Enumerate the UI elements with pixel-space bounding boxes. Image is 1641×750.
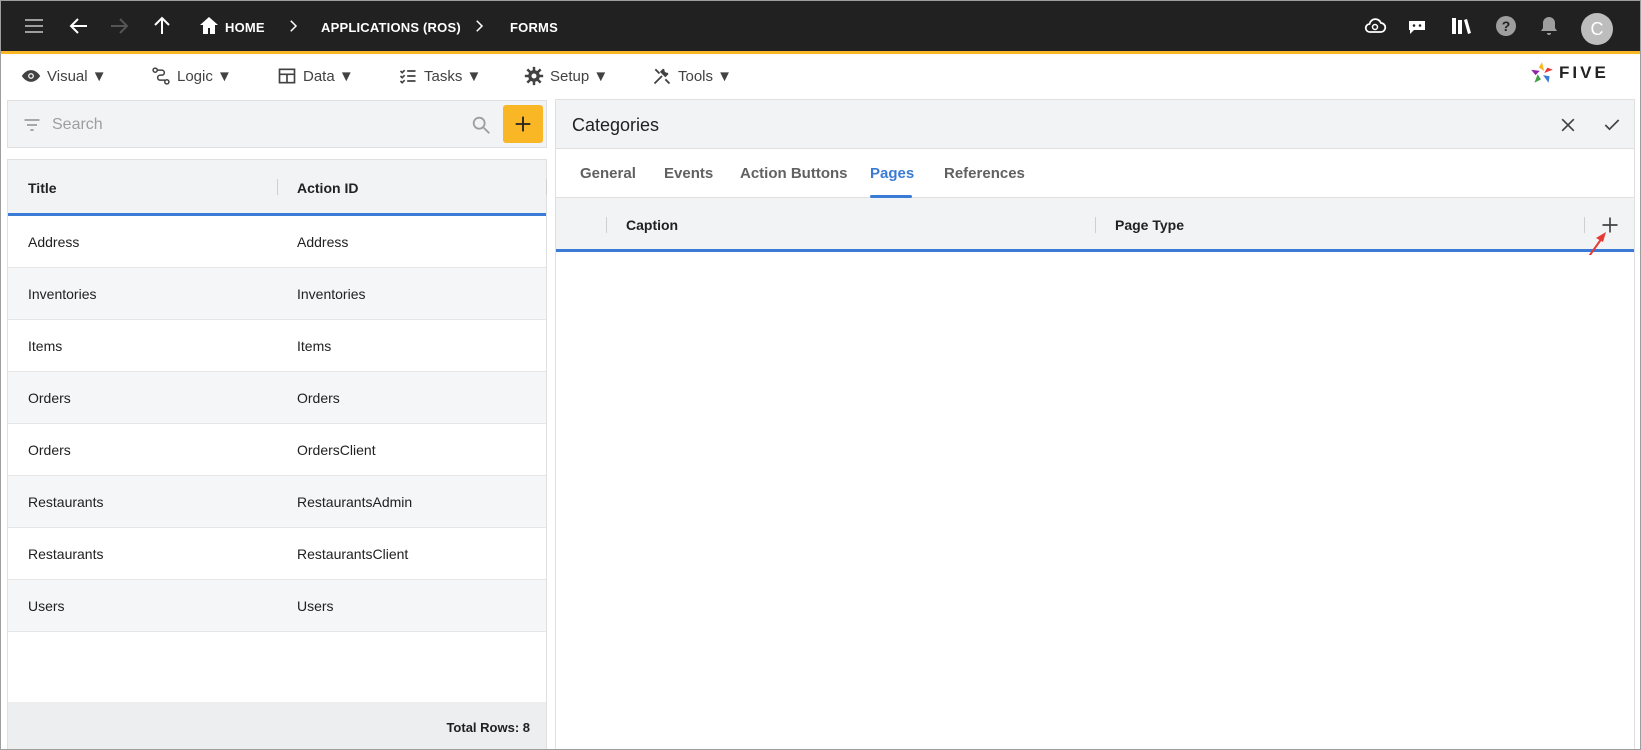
row-title: Restaurants [28,546,104,562]
column-header-action-id[interactable]: Action ID [297,180,358,196]
breadcrumb-home[interactable]: HOME [225,20,265,35]
search-input[interactable] [52,113,432,137]
row-title: Orders [28,442,71,458]
list-row[interactable]: Address Address [8,216,546,268]
list-row[interactable]: Users Users [8,580,546,632]
search-bar [7,100,547,148]
column-divider[interactable] [1095,217,1096,233]
record-list: Title Action ID Address Address Inventor… [7,159,547,749]
top-bar: HOME APPLICATIONS (ROS) FORMS ? C [1,1,1640,54]
notifications-bell-icon[interactable] [1537,14,1561,38]
breadcrumb-applications[interactable]: APPLICATIONS (ROS) [321,20,461,35]
add-record-button[interactable] [503,105,543,143]
row-title: Items [28,338,63,354]
menu-logic[interactable]: Logic ▼ [151,64,232,88]
menu-data[interactable]: Data ▼ [277,64,354,88]
tab-general[interactable]: General [580,165,636,182]
search-icon[interactable] [470,114,492,136]
avatar-initial: C [1590,18,1604,39]
menu-logic-label: Logic ▼ [177,67,232,85]
list-row[interactable]: Restaurants RestaurantsAdmin [8,476,546,528]
column-divider[interactable] [546,179,547,195]
up-arrow-icon[interactable] [150,14,174,38]
row-title: Restaurants [28,494,104,510]
chevron-right-icon [476,20,484,32]
list-row[interactable]: Orders Orders [8,372,546,424]
close-icon[interactable] [1555,112,1581,138]
row-title: Orders [28,390,71,406]
home-icon[interactable] [197,14,221,38]
menu-setup[interactable]: Setup ▼ [524,64,608,88]
back-arrow-icon[interactable] [67,14,91,38]
table-icon [278,68,296,84]
row-title: Address [28,234,80,250]
row-action-id: RestaurantsAdmin [297,494,413,510]
list-row[interactable]: Inventories Inventories [8,268,546,320]
pages-grid-body [556,255,1634,749]
tab-action-buttons[interactable]: Action Buttons [740,165,847,182]
row-action-id: OrdersClient [297,442,376,458]
gear-icon [524,66,544,86]
user-avatar[interactable]: C [1581,13,1613,45]
library-books-icon[interactable] [1449,14,1473,38]
breadcrumb-forms[interactable]: FORMS [510,20,558,35]
pages-grid-header: Caption Page Type [556,198,1634,252]
filter-icon[interactable] [22,115,42,135]
list-footer: Total Rows: 8 [8,702,546,749]
row-action-id: Orders [297,390,340,406]
logic-flow-icon [152,67,170,85]
row-action-id: Address [297,234,349,250]
list-row[interactable]: Orders OrdersClient [8,424,546,476]
five-star-logo-icon [1531,62,1553,83]
row-action-id: Users [297,598,334,614]
chat-bot-icon[interactable] [1405,14,1429,38]
column-header-page-type[interactable]: Page Type [1115,217,1184,233]
chevron-right-icon [290,20,298,32]
checklist-icon [399,69,416,84]
row-action-id: Items [297,338,332,354]
five-logo: FIVE [1529,59,1621,87]
form-panel: Categories General Events Action Buttons… [555,99,1635,749]
tab-references[interactable]: References [944,165,1025,182]
column-divider[interactable] [277,179,278,195]
forward-arrow-icon[interactable] [107,14,131,38]
eye-icon [21,70,41,82]
tab-events[interactable]: Events [664,165,713,182]
list-header: Title Action ID [8,160,547,216]
logo-text: FIVE [1559,63,1609,82]
menu-tools[interactable]: Tools ▼ [652,64,732,88]
menu-tools-label: Tools ▼ [678,67,733,85]
hamburger-menu-icon[interactable] [22,14,46,38]
tools-icon [653,68,671,85]
list-row[interactable]: Restaurants RestaurantsClient [8,528,546,580]
list-row[interactable]: Items Items [8,320,546,372]
menu-bar: Visual ▼ Logic ▼ Data ▼ Tasks ▼ Setup ▼ … [1,57,1640,95]
form-tabs: General Events Action Buttons Pages Refe… [556,149,1634,198]
row-action-id: RestaurantsClient [297,546,409,562]
tab-pages[interactable]: Pages [870,165,914,182]
svg-text:?: ? [1502,18,1511,34]
menu-visual-label: Visual ▼ [47,67,107,85]
column-divider[interactable] [606,217,607,233]
row-title: Inventories [28,286,97,302]
app-window: HOME APPLICATIONS (ROS) FORMS ? C Visual… [0,0,1641,750]
menu-data-label: Data ▼ [303,67,354,85]
menu-setup-label: Setup ▼ [550,67,609,85]
help-icon[interactable]: ? [1494,14,1518,38]
plus-icon [515,116,531,132]
menu-tasks-label: Tasks ▼ [424,67,482,85]
column-header-title[interactable]: Title [28,180,57,196]
menu-tasks[interactable]: Tasks ▼ [398,64,481,88]
cloud-sync-icon[interactable] [1363,14,1387,38]
row-action-id: Inventories [297,286,366,302]
total-rows-count: Total Rows: 8 [446,720,530,735]
menu-visual[interactable]: Visual ▼ [21,64,107,88]
row-title: Users [28,598,65,614]
form-title: Categories [572,115,660,135]
confirm-check-icon[interactable] [1599,112,1625,138]
form-header: Categories [556,100,1634,149]
column-header-caption[interactable]: Caption [626,217,678,233]
